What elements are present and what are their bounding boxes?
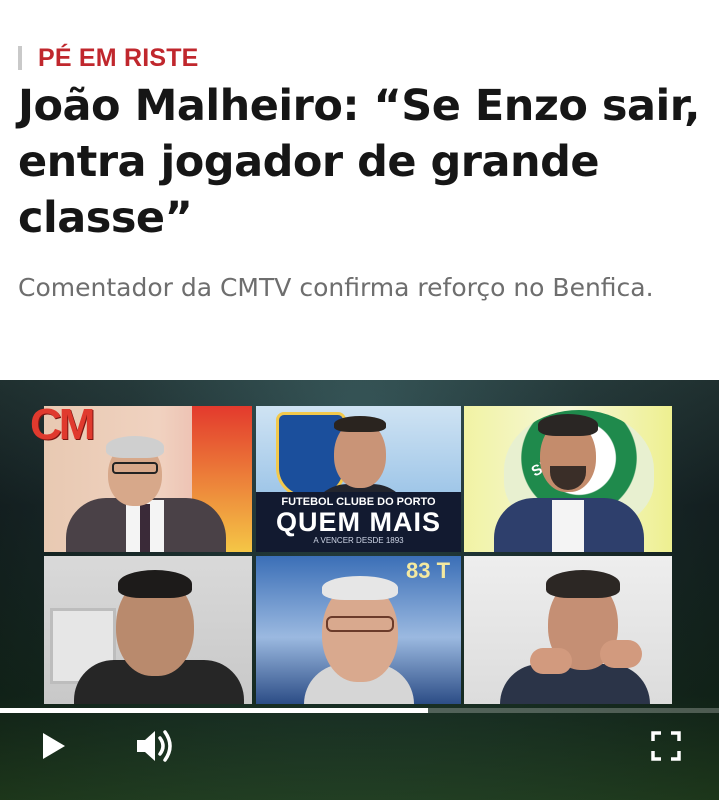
porto-banner: FUTEBOL CLUBE DO PORTO QUEM MAIS A VENCE… xyxy=(256,492,461,552)
volume-icon xyxy=(137,730,172,762)
porto-banner-slogan: QUEM MAIS xyxy=(275,507,441,537)
video-tile-remote-left xyxy=(44,556,252,704)
channel-logo: CM xyxy=(30,400,95,449)
video-player[interactable]: CM FUTEBOL CLUBE DO PORTO QUEM MAIS A VE… xyxy=(0,380,719,800)
article-lead: Comentador da CMTV confirma reforço no B… xyxy=(18,273,654,302)
porto-banner-number: 83 T xyxy=(406,558,451,583)
volume-button[interactable] xyxy=(134,726,176,766)
section-kicker[interactable]: PÉ EM RISTE xyxy=(18,44,199,72)
fullscreen-button[interactable] xyxy=(650,730,682,762)
porto-banner-sub: A VENCER DESDE 1893 xyxy=(313,536,404,545)
video-tile-remote-center: 83 T xyxy=(256,556,461,704)
play-icon xyxy=(43,733,65,759)
kicker-label[interactable]: PÉ EM RISTE xyxy=(38,44,199,73)
video-progress-fill xyxy=(0,708,428,713)
video-progress-bar[interactable] xyxy=(0,708,719,713)
video-tile-sporting: SPORTING xyxy=(464,406,672,552)
fullscreen-icon xyxy=(651,731,681,761)
play-button[interactable] xyxy=(36,728,72,764)
video-tile-porto: FUTEBOL CLUBE DO PORTO QUEM MAIS A VENCE… xyxy=(256,406,461,552)
video-tile-remote-right xyxy=(464,556,672,704)
kicker-divider xyxy=(18,46,22,70)
article-headline: João Malheiro: “Se Enzo sair, entra joga… xyxy=(18,81,701,243)
